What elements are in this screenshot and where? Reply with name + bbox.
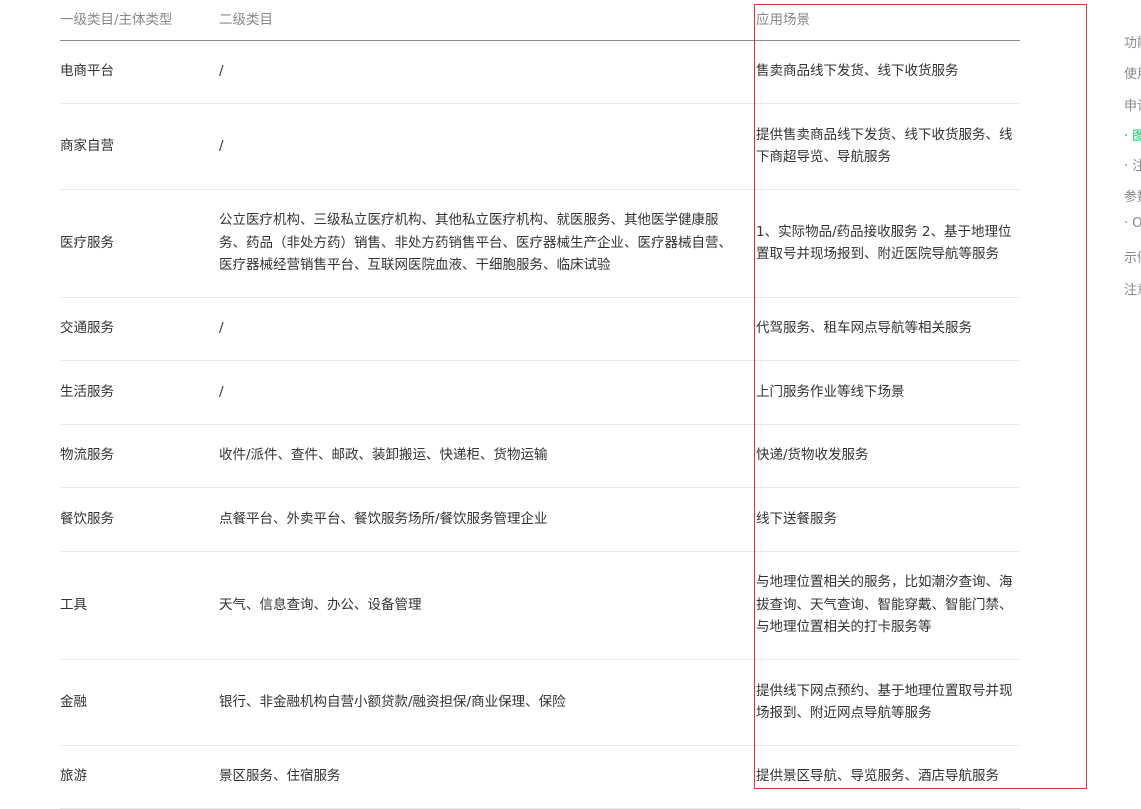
table-row: 餐饮服务 点餐平台、外卖平台、餐饮服务场所/餐饮服务管理企业 线下送餐服务 [60, 487, 1020, 552]
cell-application-scenario: 提供线下网点预约、基于地理位置取号并现场报到、附近网点导航等服务 [756, 659, 1020, 746]
cell-secondary-category: / [219, 297, 756, 361]
table-row: 旅游 景区服务、住宿服务 提供景区导航、导览服务、酒店导航服务 [60, 745, 1020, 809]
cell-application-scenario: 快递/货物收发服务 [756, 424, 1020, 488]
cell-secondary-category: / [219, 40, 756, 104]
cell-primary-category: 电商平台 [60, 40, 219, 104]
page-outline-sidebar: 功能 使用 申请 · 图 · 注 参数 · O 示例 注意 [1124, 0, 1141, 790]
outline-item-sub-object[interactable]: · O [1124, 216, 1141, 231]
header-secondary-category: 二级类目 [219, 0, 756, 41]
cell-primary-category: 商家自营 [60, 103, 219, 190]
cell-primary-category: 物流服务 [60, 424, 219, 488]
cell-primary-category: 餐饮服务 [60, 487, 219, 552]
table-row: 电商平台 / 售卖商品线下发货、线下收货服务 [60, 40, 1020, 104]
cell-application-scenario: 线下送餐服务 [756, 487, 1020, 552]
outline-item-example[interactable]: 示例 [1124, 247, 1141, 266]
table-header-row: 一级类目/主体类型 二级类目 应用场景 [60, 0, 1020, 41]
category-table: 一级类目/主体类型 二级类目 应用场景 电商平台 / 售卖商品线下发货、线下收货… [60, 0, 1020, 809]
cell-secondary-category: / [219, 103, 756, 190]
table-row: 生活服务 / 上门服务作业等线下场景 [60, 360, 1020, 425]
cell-application-scenario: 代驾服务、租车网点导航等相关服务 [756, 297, 1020, 361]
outline-item-params[interactable]: 参数 [1124, 186, 1141, 205]
cell-secondary-category: / [219, 360, 756, 425]
header-primary-category: 一级类目/主体类型 [60, 0, 219, 41]
table-row: 金融 银行、非金融机构自营小额贷款/融资担保/商业保理、保险 提供线下网点预约、… [60, 659, 1020, 746]
outline-item-function[interactable]: 功能 [1124, 32, 1141, 51]
cell-secondary-category: 景区服务、住宿服务 [219, 745, 756, 809]
outline-item-sub-notice[interactable]: · 注 [1124, 155, 1141, 174]
cell-secondary-category: 点餐平台、外卖平台、餐饮服务场所/餐饮服务管理企业 [219, 487, 756, 552]
cell-application-scenario: 售卖商品线下发货、线下收货服务 [756, 40, 1020, 104]
cell-primary-category: 生活服务 [60, 360, 219, 425]
cell-application-scenario: 1、实际物品/药品接收服务 2、基于地理位置取号并现场报到、附近医院导航等服务 [756, 189, 1020, 298]
outline-item-apply[interactable]: 申请 [1124, 95, 1141, 114]
cell-primary-category: 交通服务 [60, 297, 219, 361]
cell-primary-category: 工具 [60, 551, 219, 660]
cell-primary-category: 金融 [60, 659, 219, 746]
cell-secondary-category: 天气、信息查询、办公、设备管理 [219, 551, 756, 660]
cell-secondary-category: 银行、非金融机构自营小额贷款/融资担保/商业保理、保险 [219, 659, 756, 746]
cell-primary-category: 医疗服务 [60, 189, 219, 298]
table-row: 工具 天气、信息查询、办公、设备管理 与地理位置相关的服务，比如潮汐查询、海拔查… [60, 551, 1020, 660]
category-table-container: 一级类目/主体类型 二级类目 应用场景 电商平台 / 售卖商品线下发货、线下收货… [60, 0, 1020, 809]
cell-primary-category: 旅游 [60, 745, 219, 809]
cell-application-scenario: 提供售卖商品线下发货、线下收货服务、线下商超导览、导航服务 [756, 103, 1020, 190]
outline-item-sub-active[interactable]: · 图 [1124, 125, 1141, 144]
cell-secondary-category: 收件/派件、查件、邮政、装卸搬运、快递柜、货物运输 [219, 424, 756, 488]
header-application-scenario: 应用场景 [756, 0, 1020, 41]
cell-application-scenario: 与地理位置相关的服务，比如潮汐查询、海拔查询、天气查询、智能穿戴、智能门禁、与地… [756, 551, 1020, 660]
cell-application-scenario: 提供景区导航、导览服务、酒店导航服务 [756, 745, 1020, 809]
cell-application-scenario: 上门服务作业等线下场景 [756, 360, 1020, 425]
outline-item-usage[interactable]: 使用 [1124, 63, 1141, 82]
cell-secondary-category: 公立医疗机构、三级私立医疗机构、其他私立医疗机构、就医服务、其他医学健康服务、药… [219, 189, 756, 298]
table-row: 商家自营 / 提供售卖商品线下发货、线下收货服务、线下商超导览、导航服务 [60, 103, 1020, 190]
outline-item-notes[interactable]: 注意 [1124, 279, 1141, 298]
table-row: 物流服务 收件/派件、查件、邮政、装卸搬运、快递柜、货物运输 快递/货物收发服务 [60, 424, 1020, 488]
table-row: 医疗服务 公立医疗机构、三级私立医疗机构、其他私立医疗机构、就医服务、其他医学健… [60, 189, 1020, 298]
table-row: 交通服务 / 代驾服务、租车网点导航等相关服务 [60, 297, 1020, 361]
